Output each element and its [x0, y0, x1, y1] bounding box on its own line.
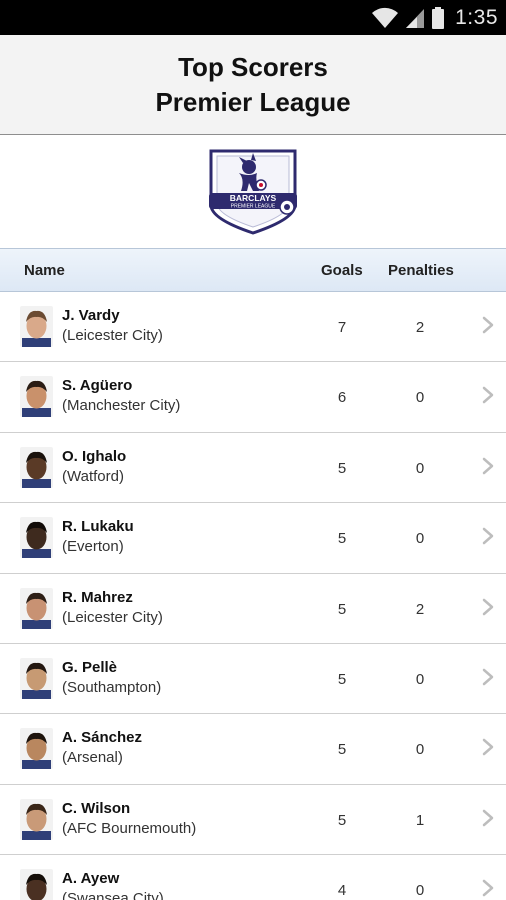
- chevron-right-icon: [482, 739, 494, 756]
- player-avatar: [20, 728, 53, 770]
- player-club: (Leicester City): [62, 608, 163, 626]
- scorer-row[interactable]: A. Ayew (Swansea City) 4 0: [0, 855, 506, 900]
- scorer-row[interactable]: R. Lukaku (Everton) 5 0: [0, 503, 506, 574]
- player-goals: 5: [337, 600, 347, 618]
- scorer-row[interactable]: C. Wilson (AFC Bournemouth) 5 1: [0, 784, 506, 856]
- scorers-list: J. Vardy (Leicester City) 7 2 S. Agüero …: [0, 292, 506, 900]
- page-title-line2: Premier League: [155, 86, 351, 117]
- column-header-name[interactable]: Name: [24, 262, 65, 279]
- chevron-right-icon: [482, 598, 494, 615]
- logo-text-sub: PREMIER LEAGUE: [231, 203, 276, 209]
- chevron-right-icon: [482, 809, 494, 826]
- player-club: (Southampton): [62, 678, 162, 696]
- player-avatar: [20, 657, 53, 699]
- player-goals: 5: [337, 811, 347, 829]
- player-name: R. Mahrez: [62, 588, 133, 606]
- player-penalties: 0: [415, 530, 425, 548]
- signal-icon: [406, 8, 425, 28]
- player-penalties: 2: [415, 600, 425, 618]
- chevron-right-icon: [482, 457, 494, 475]
- player-name: J. Vardy: [62, 307, 120, 324]
- player-avatar: [20, 869, 53, 900]
- player-avatar: [20, 376, 53, 418]
- player-goals: 5: [337, 741, 347, 759]
- wifi-icon: [372, 7, 399, 28]
- player-avatar: [20, 306, 53, 347]
- status-bar: 1:35: [0, 0, 506, 35]
- page-title-line1: Top Scorers: [178, 51, 328, 82]
- player-penalties: 0: [415, 882, 425, 900]
- scorer-row[interactable]: O. Ighalo (Watford) 5 0: [0, 432, 506, 504]
- logo-area: BARCLAYS PREMIER LEAGUE: [0, 135, 506, 248]
- battery-icon: [432, 6, 445, 29]
- column-header-penalties[interactable]: Penalties: [388, 262, 454, 279]
- player-goals: 4: [337, 882, 347, 900]
- logo-text-main: BARCLAYS: [230, 193, 277, 203]
- player-goals: 5: [337, 530, 347, 548]
- chevron-right-icon: [482, 527, 494, 545]
- player-avatar: [20, 517, 53, 559]
- player-name: R. Lukaku: [62, 518, 134, 536]
- player-penalties: 1: [415, 811, 425, 829]
- scorer-row[interactable]: A. Sánchez (Arsenal) 5 0: [0, 714, 506, 785]
- premier-league-logo: BARCLAYS PREMIER LEAGUE: [209, 149, 297, 235]
- player-name: A. Sánchez: [62, 729, 143, 747]
- player-goals: 6: [337, 389, 347, 407]
- player-name: G. Pellè: [62, 658, 118, 676]
- player-name: C. Wilson: [62, 799, 131, 817]
- table-header: Name Goals Penalties: [0, 248, 506, 292]
- player-avatar: [20, 446, 53, 488]
- player-goals: 5: [337, 670, 347, 688]
- page-header: Top Scorers Premier League: [0, 35, 506, 135]
- player-penalties: 2: [415, 319, 425, 336]
- clock: 1:35: [455, 5, 498, 29]
- chevron-right-icon: [482, 387, 494, 404]
- player-penalties: 0: [415, 459, 425, 477]
- player-name: S. Agüero: [62, 377, 133, 395]
- player-club: (Manchester City): [62, 397, 181, 415]
- chevron-right-icon: [482, 879, 494, 897]
- player-club: (Everton): [62, 538, 124, 556]
- player-club: (Arsenal): [62, 749, 123, 767]
- chevron-right-icon: [482, 668, 494, 686]
- scorer-row[interactable]: R. Mahrez (Leicester City) 5 2: [0, 573, 506, 644]
- player-avatar: [20, 798, 53, 840]
- player-penalties: 0: [415, 389, 425, 407]
- player-penalties: 0: [415, 741, 425, 759]
- chevron-right-icon: [482, 316, 494, 334]
- player-club: (Watford): [62, 467, 124, 485]
- player-penalties: 0: [415, 670, 425, 688]
- player-club: (Swansea City): [62, 890, 164, 900]
- player-club: (AFC Bournemouth): [62, 819, 197, 837]
- player-name: A. Ayew: [62, 870, 120, 888]
- player-goals: 7: [337, 319, 347, 336]
- scorer-row[interactable]: S. Agüero (Manchester City) 6 0: [0, 362, 506, 433]
- scorer-row[interactable]: J. Vardy (Leicester City) 7 2: [0, 292, 506, 363]
- column-header-goals[interactable]: Goals: [321, 262, 363, 279]
- scorer-row[interactable]: G. Pellè (Southampton) 5 0: [0, 643, 506, 715]
- player-avatar: [20, 587, 53, 629]
- player-name: O. Ighalo: [62, 447, 127, 465]
- player-goals: 5: [337, 459, 347, 477]
- player-club: (Leicester City): [62, 327, 163, 344]
